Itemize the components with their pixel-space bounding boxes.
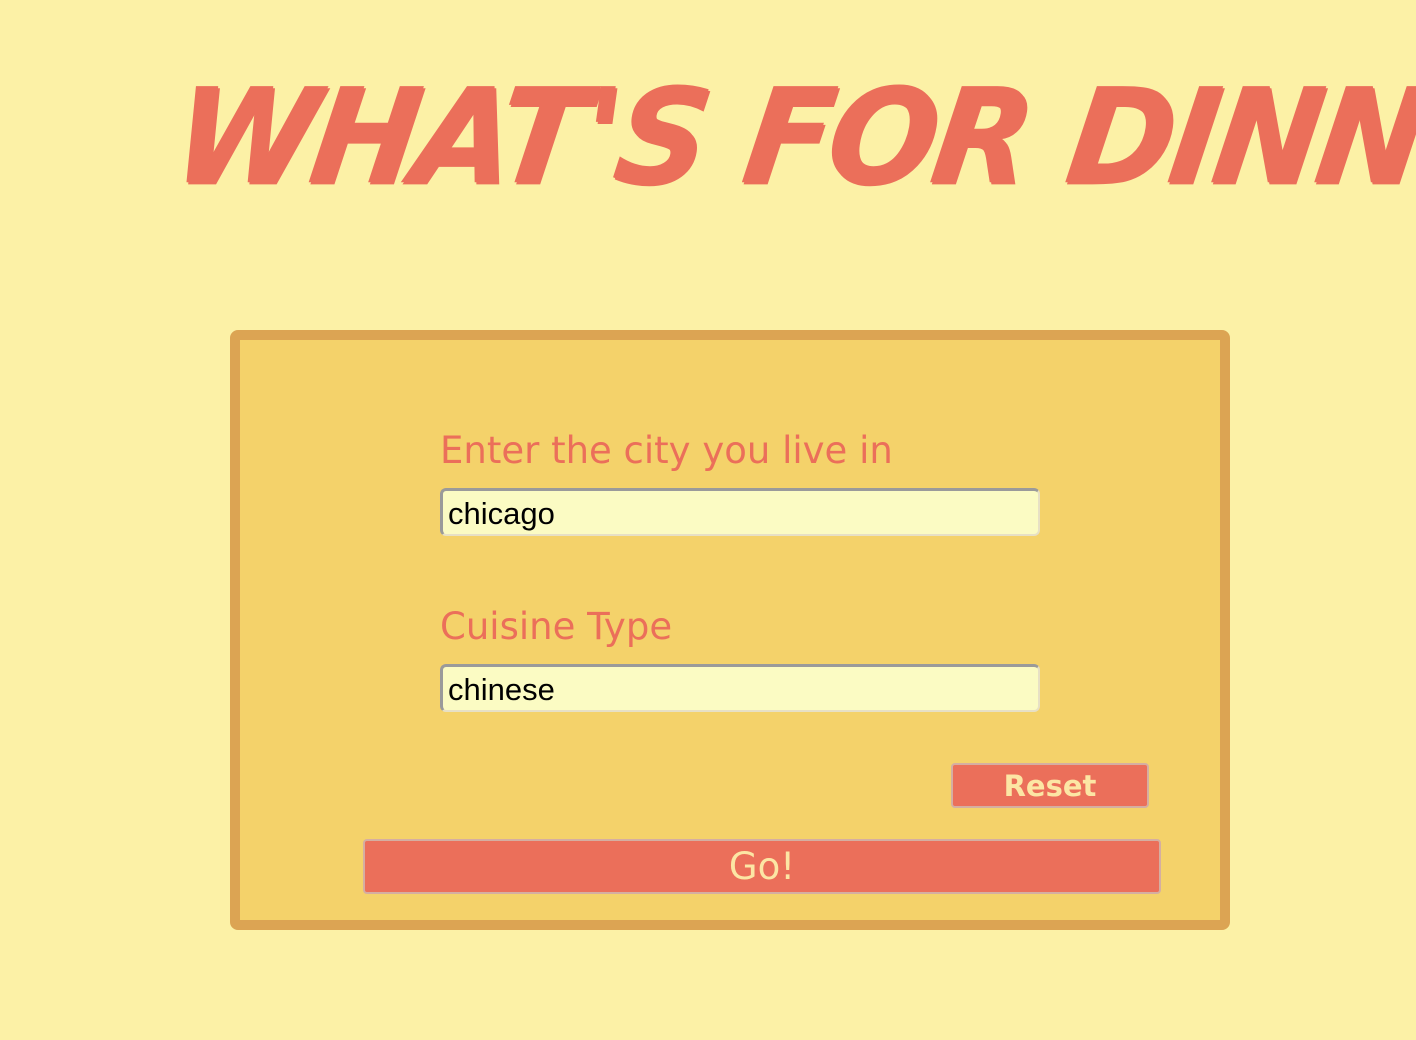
go-button[interactable]: Go!: [363, 839, 1161, 894]
page-title: WHAT'S FOR DINNER?: [164, 60, 1416, 215]
cuisine-type-input[interactable]: [440, 664, 1040, 712]
city-label: Enter the city you live in: [440, 429, 893, 472]
reset-button[interactable]: Reset: [951, 763, 1149, 808]
cuisine-type-label: Cuisine Type: [440, 605, 673, 648]
city-input[interactable]: [440, 488, 1040, 536]
dinner-search-form-panel: Enter the city you live in Cuisine Type …: [230, 330, 1230, 930]
